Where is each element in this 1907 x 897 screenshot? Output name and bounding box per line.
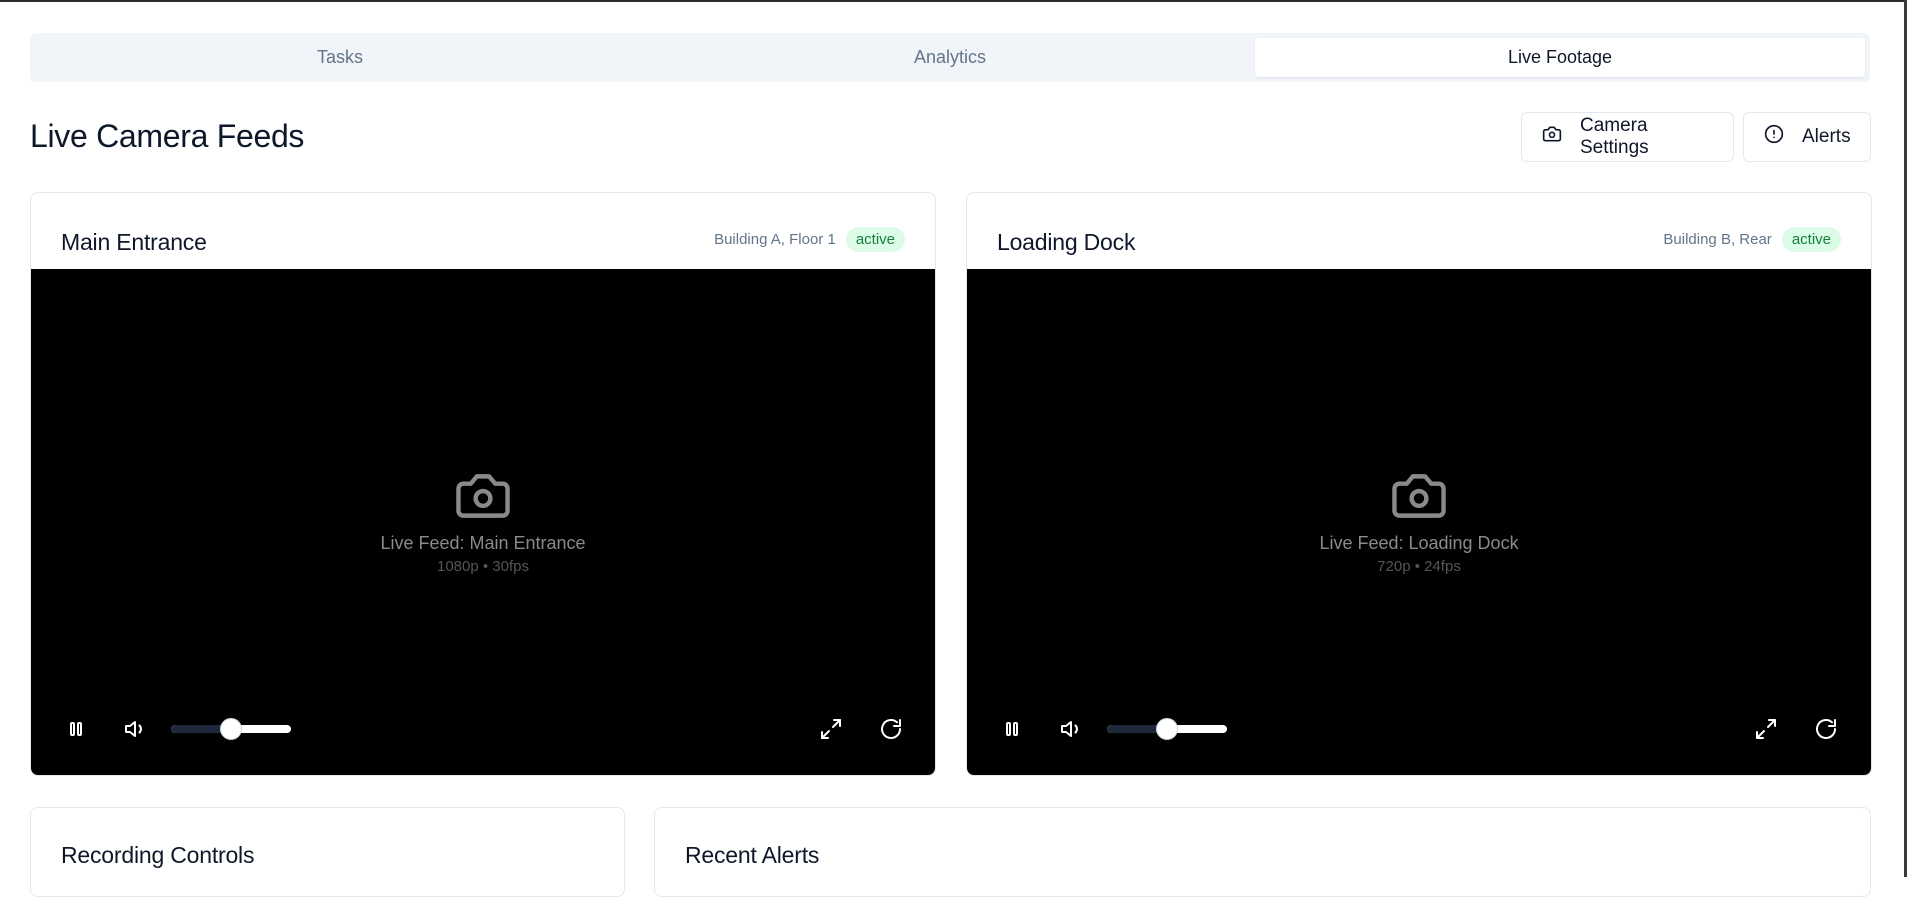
volume-icon	[125, 721, 142, 737]
pause-button[interactable]	[1000, 717, 1024, 741]
recording-controls-card: Recording Controls	[30, 807, 625, 897]
camera-meta: Building A, Floor 1 active	[714, 227, 905, 252]
camera-card-loading-dock: Loading Dock Building B, Rear active Liv…	[966, 192, 1872, 776]
volume-slider[interactable]	[171, 718, 291, 740]
fullscreen-button[interactable]	[819, 717, 843, 741]
window-top-border	[0, 0, 1907, 2]
camera-icon	[1542, 124, 1562, 150]
camera-title: Loading Dock	[997, 229, 1136, 255]
recent-alerts-title: Recent Alerts	[685, 842, 820, 868]
feed-spec: 1080p • 30fps	[437, 558, 529, 575]
camera-settings-button[interactable]: Camera Settings	[1521, 112, 1734, 162]
status-badge: active	[1781, 227, 1841, 252]
volume-button[interactable]	[1060, 717, 1084, 741]
status-badge: active	[845, 227, 905, 252]
tab-analytics[interactable]: Analytics	[645, 38, 1255, 77]
volume-button[interactable]	[124, 717, 148, 741]
tab-live-footage[interactable]: Live Footage	[1255, 38, 1865, 77]
camera-icon	[1392, 474, 1446, 518]
feed-placeholder: Live Feed: Loading Dock 720p • 24fps	[967, 469, 1871, 575]
camera-title: Main Entrance	[61, 229, 207, 255]
feed-placeholder: Live Feed: Main Entrance 1080p • 30fps	[31, 469, 935, 575]
expand-icon	[821, 719, 841, 739]
video-feed[interactable]: Live Feed: Main Entrance 1080p • 30fps	[31, 269, 935, 775]
video-feed[interactable]: Live Feed: Loading Dock 720p • 24fps	[967, 269, 1871, 775]
expand-icon	[1756, 719, 1776, 739]
pause-icon	[1006, 722, 1018, 736]
camera-meta: Building B, Rear active	[1663, 227, 1841, 252]
volume-icon	[1061, 721, 1078, 737]
refresh-icon	[1816, 719, 1836, 739]
feed-label: Live Feed: Loading Dock	[1319, 533, 1519, 553]
feed-spec: 720p • 24fps	[1377, 558, 1461, 575]
camera-location: Building B, Rear	[1663, 231, 1772, 248]
tab-bar: Tasks Analytics Live Footage	[30, 33, 1870, 82]
camera-card-main-entrance: Main Entrance Building A, Floor 1 active…	[30, 192, 936, 776]
volume-slider-handle[interactable]	[220, 718, 242, 740]
alert-circle-icon	[1764, 124, 1784, 150]
recording-controls-title: Recording Controls	[61, 842, 255, 868]
recent-alerts-card: Recent Alerts	[654, 807, 1871, 897]
camera-location: Building A, Floor 1	[714, 231, 836, 248]
pause-icon	[70, 722, 82, 736]
refresh-button[interactable]	[879, 717, 903, 741]
alerts-button[interactable]: Alerts	[1743, 112, 1871, 162]
tab-tasks[interactable]: Tasks	[35, 38, 645, 77]
camera-settings-label: Camera Settings	[1580, 115, 1649, 158]
camera-icon	[456, 474, 510, 518]
volume-slider[interactable]	[1107, 718, 1227, 740]
pause-button[interactable]	[64, 717, 88, 741]
volume-slider-handle[interactable]	[1156, 718, 1178, 740]
refresh-button[interactable]	[1814, 717, 1838, 741]
alerts-label: Alerts	[1802, 126, 1851, 147]
feed-label: Live Feed: Main Entrance	[380, 533, 586, 553]
refresh-icon	[881, 719, 901, 739]
fullscreen-button[interactable]	[1754, 717, 1778, 741]
page-title: Live Camera Feeds	[30, 118, 305, 154]
